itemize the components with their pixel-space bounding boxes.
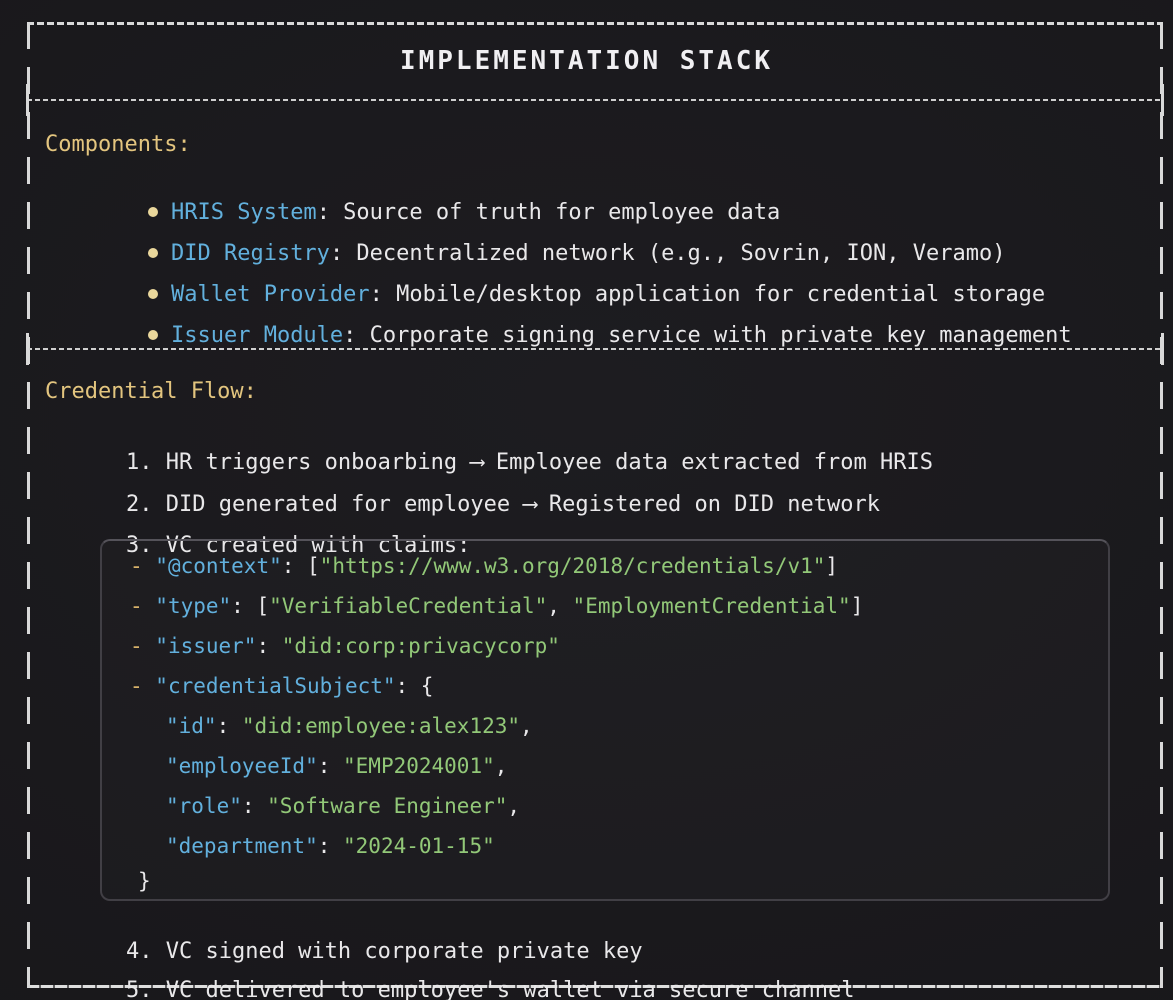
json-key: "credentialSubject" (155, 674, 395, 698)
components-heading: Components: (45, 131, 191, 159)
json-string: "Software Engineer" (267, 794, 507, 818)
page-title: IMPLEMENTATION STACK (0, 45, 1173, 77)
json-punct: : { (396, 674, 434, 698)
title-divider (27, 99, 1163, 101)
component-name: Issuer Module (171, 323, 343, 348)
step-text: Registered on DID network (536, 492, 880, 517)
json-string: "VerifiableCredential" (269, 594, 547, 618)
json-punct: , (547, 594, 572, 618)
step-text: VC delivered to employee's wallet via se… (166, 978, 855, 1000)
code-line-issuer: - "issuer": "did:corp:privacycorp" (130, 631, 560, 661)
json-punct: : (242, 794, 267, 818)
divider-left-tick (26, 84, 29, 116)
json-punct: , (507, 794, 520, 818)
divider-left-tick (26, 333, 29, 365)
code-line-employee-id: "employeeId": "EMP2024001", (166, 751, 507, 781)
code-line-closing-brace: } (138, 866, 151, 896)
json-punct: ] (851, 594, 864, 618)
json-punct: , (495, 754, 508, 778)
code-line-role: "role": "Software Engineer", (166, 791, 520, 821)
json-string: "did:corp:privacycorp" (282, 634, 560, 658)
json-string: "EMP2024001" (343, 754, 495, 778)
component-description: : Corporate signing service with private… (343, 323, 1071, 348)
step-number: 5. (126, 978, 166, 1000)
json-string: "did:employee:alex123" (242, 714, 520, 738)
json-key: "id" (166, 714, 217, 738)
json-key: "department" (166, 834, 318, 858)
json-punct: : (256, 634, 281, 658)
divider-right-tick (1161, 333, 1164, 365)
arrow-glyph: ⟶ (523, 492, 535, 517)
list-dash: - (130, 594, 155, 618)
code-line-type: - "type": ["VerifiableCredential", "Empl… (130, 591, 863, 621)
vc-claims-code-block: - "@context": ["https://www.w3.org/2018/… (100, 539, 1110, 901)
code-line-context: - "@context": ["https://www.w3.org/2018/… (130, 551, 838, 581)
frame-top-edge (27, 22, 1163, 25)
json-key: "@context" (155, 554, 281, 578)
json-punct: , (520, 714, 533, 738)
json-key: "type" (155, 594, 231, 618)
flow-step-5: 5. VC delivered to employee's wallet via… (73, 949, 854, 1000)
code-line-department: "department": "2024-01-15" (166, 831, 495, 861)
json-string: "EmploymentCredential" (573, 594, 851, 618)
code-line-credential-subject: - "credentialSubject": { (130, 671, 433, 701)
component-item-issuer-module: Issuer Module: Corporate signing service… (95, 294, 1072, 378)
json-punct: : (318, 834, 343, 858)
frame-right-edge (1160, 22, 1163, 988)
json-string: "2024-01-15" (343, 834, 495, 858)
list-dash: - (130, 554, 155, 578)
list-dash: - (130, 674, 155, 698)
section-divider (27, 348, 1163, 350)
json-key: "role" (166, 794, 242, 818)
list-dash: - (130, 634, 155, 658)
terminal-document: IMPLEMENTATION STACK Components: HRIS Sy… (0, 0, 1173, 1000)
json-punct: } (138, 869, 151, 893)
code-line-id: "id": "did:employee:alex123", (166, 711, 533, 741)
json-key: "issuer" (155, 634, 256, 658)
json-punct: ] (825, 554, 838, 578)
credential-flow-heading: Credential Flow: (45, 378, 257, 406)
json-punct: : [ (231, 594, 269, 618)
json-key: "employeeId" (166, 754, 318, 778)
json-punct: : [ (282, 554, 320, 578)
divider-right-tick (1161, 84, 1164, 116)
json-punct: : (318, 754, 343, 778)
frame-left-edge (27, 22, 30, 988)
json-string: "https://www.w3.org/2018/credentials/v1" (320, 554, 826, 578)
bullet-icon (148, 330, 158, 340)
json-punct: : (217, 714, 242, 738)
